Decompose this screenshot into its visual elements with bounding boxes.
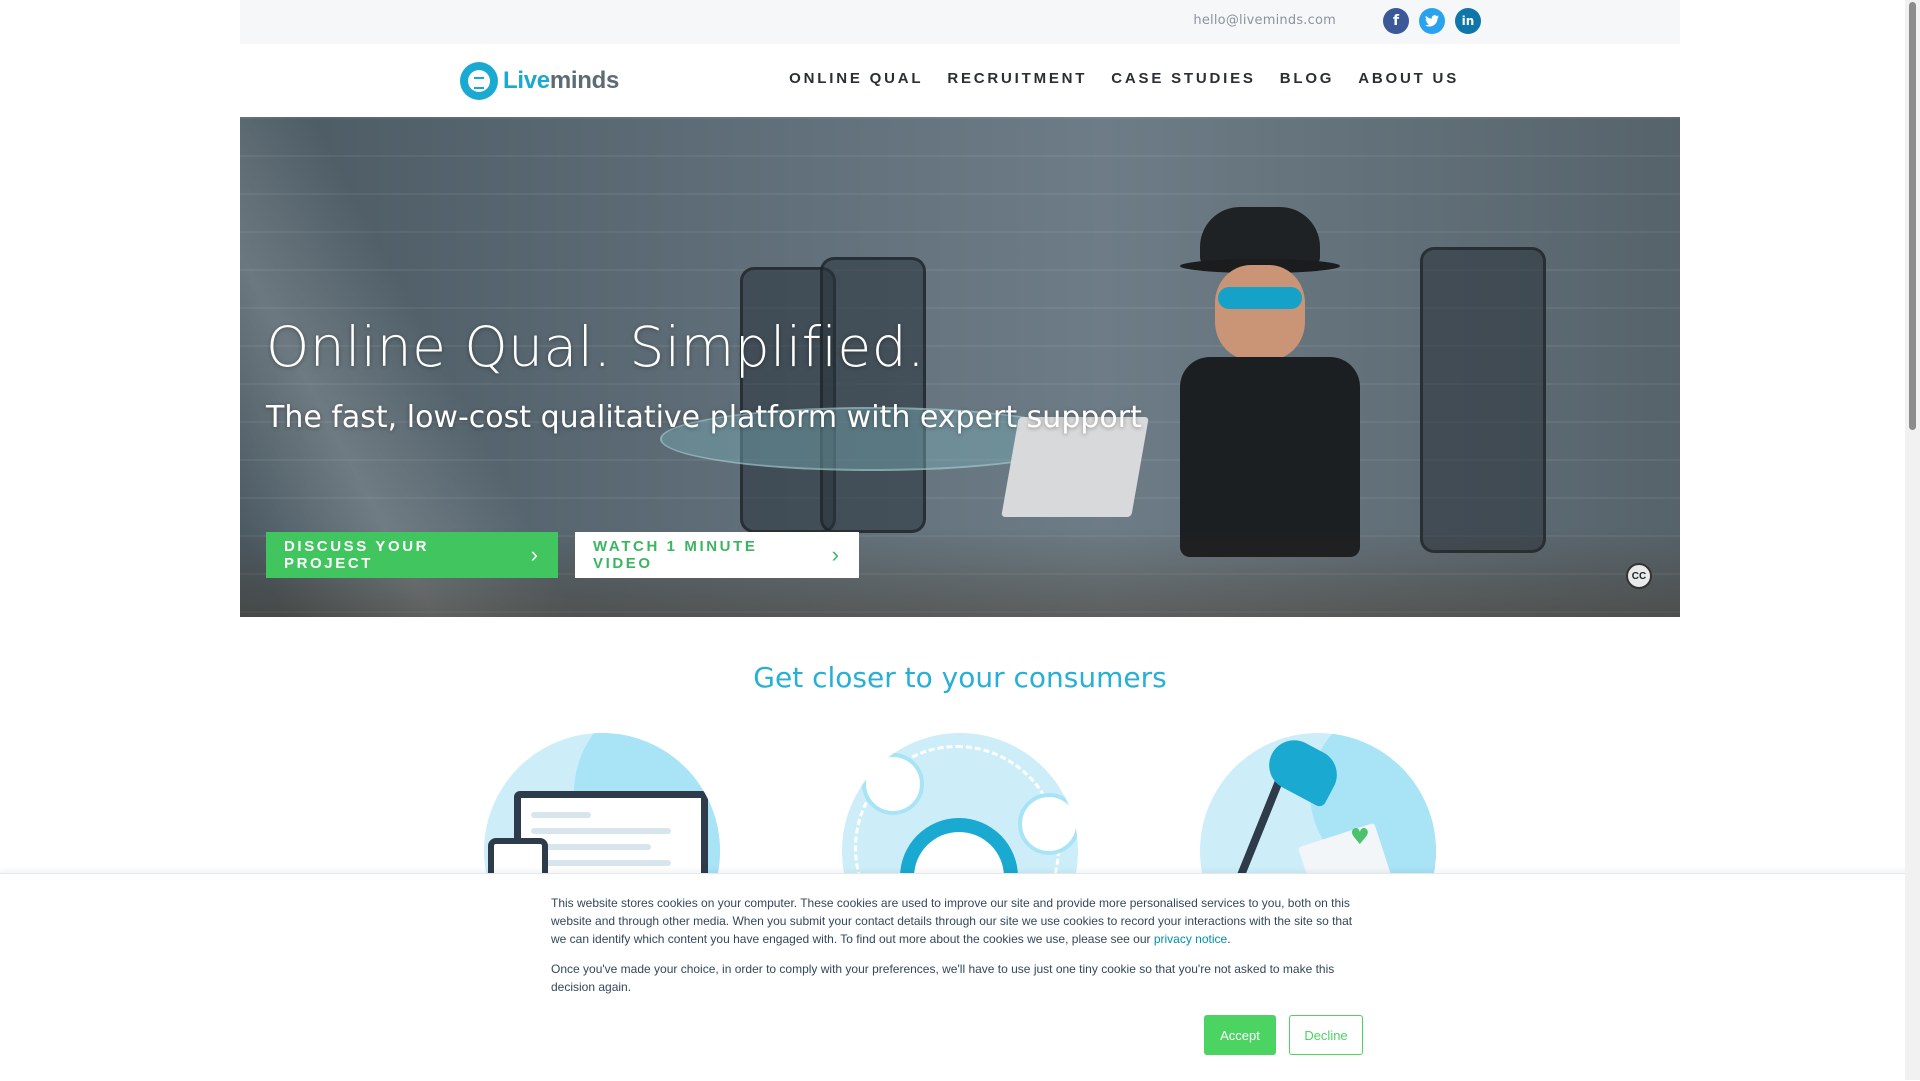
closed-caption-icon[interactable]: CC [1626,563,1652,589]
decline-cookies-button[interactable]: Decline [1289,1015,1363,1055]
main-nav: ONLINE QUAL RECRUITMENT CASE STUDIES BLO… [789,70,1459,87]
chair-shape [820,257,926,533]
chevron-right-icon: › [831,542,839,567]
participant-avatar-icon [862,753,924,815]
discuss-your-project-button[interactable]: DISCUSS YOUR PROJECT › [266,532,558,578]
nav-recruitment[interactable]: RECRUITMENT [947,70,1087,87]
site-header: Liveminds ONLINE QUAL RECRUITMENT CASE S… [240,44,1680,117]
facebook-icon[interactable]: f [1383,8,1409,34]
section-heading: Get closer to your consumers [753,661,1167,694]
chat-bubble-logo-icon [460,62,498,100]
cookie-consent-banner: This website stores cookies on your comp… [0,873,1920,1081]
top-bar: hello@liveminds.com f in [240,0,1680,44]
nav-about-us[interactable]: ABOUT US [1358,70,1459,87]
chevron-right-icon: › [530,542,538,567]
privacy-notice-link[interactable]: privacy notice [1154,932,1227,946]
nav-blog[interactable]: BLOG [1280,70,1335,87]
watch-video-button[interactable]: WATCH 1 MINUTE VIDEO › [575,532,859,578]
twitter-icon[interactable] [1419,8,1445,34]
heart-icon: ♥ [1350,825,1370,850]
nav-online-qual[interactable]: ONLINE QUAL [789,70,923,87]
page-scrollbar[interactable] [1905,0,1920,1080]
contact-email-link[interactable]: hello@liveminds.com [1193,13,1336,28]
logo-text-live: Live [503,67,550,94]
scrollbar-thumb[interactable] [1909,2,1916,430]
logo-text-minds: minds [549,67,620,94]
chair-shape [1420,247,1546,553]
hero-title: Online Qual. Simplified. [266,315,926,379]
cookie-text-paragraph-2: Once you've made your choice, in order t… [551,962,1335,994]
accept-cookies-button[interactable]: Accept [1204,1015,1276,1055]
cookie-text-paragraph: This website stores cookies on your comp… [551,896,1353,946]
nav-case-studies[interactable]: CASE STUDIES [1111,70,1255,87]
liveminds-logo[interactable]: Liveminds [460,60,619,102]
participant-avatar-icon [1018,793,1078,855]
hero-subtitle: The fast, low-cost qualitative platform … [266,400,1142,435]
linkedin-icon[interactable]: in [1455,8,1481,34]
hero-banner: Online Qual. Simplified. The fast, low-c… [240,117,1680,617]
